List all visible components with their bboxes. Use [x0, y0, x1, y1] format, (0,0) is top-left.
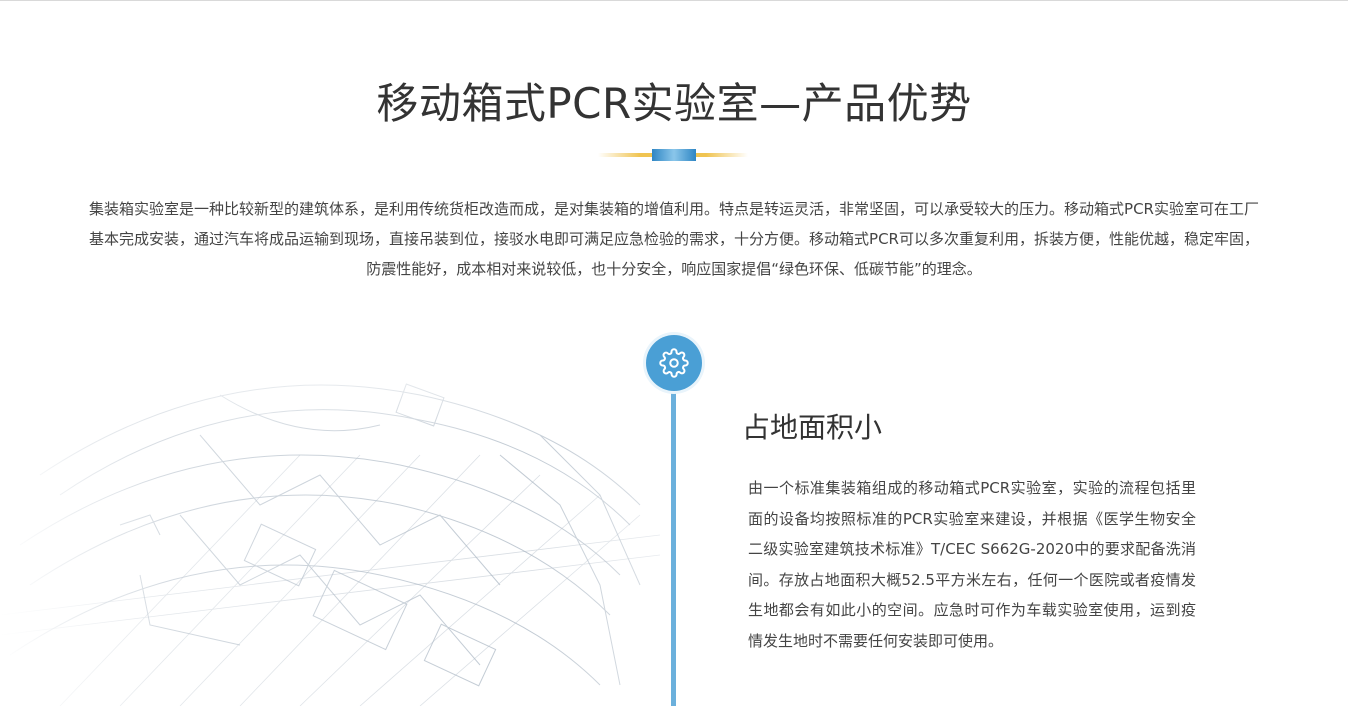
timeline-line [671, 370, 676, 706]
feature-title: 占地面积小 [742, 411, 883, 444]
title-divider [598, 149, 748, 161]
divider-blue-bar [652, 149, 696, 161]
section-intro: 集装箱实验室是一种比较新型的建筑体系，是利用传统货柜改造而成，是对集装箱的增值利… [89, 200, 1259, 278]
top-rule [0, 0, 1348, 1]
blueprint-background-image [0, 335, 660, 706]
feature-description: 由一个标准集装箱组成的移动箱式PCR实验室，实验的流程包括里面的设备均按照标准的… [748, 479, 1196, 650]
section-title: 移动箱式PCR实验室—产品优势 [376, 79, 972, 128]
feature-icon-badge [646, 335, 702, 391]
gear-icon [659, 348, 689, 378]
product-advantages-page: 移动箱式PCR实验室—产品优势 集装箱实验室是一种比较新型的建筑体系，是利用传统… [0, 0, 1348, 706]
